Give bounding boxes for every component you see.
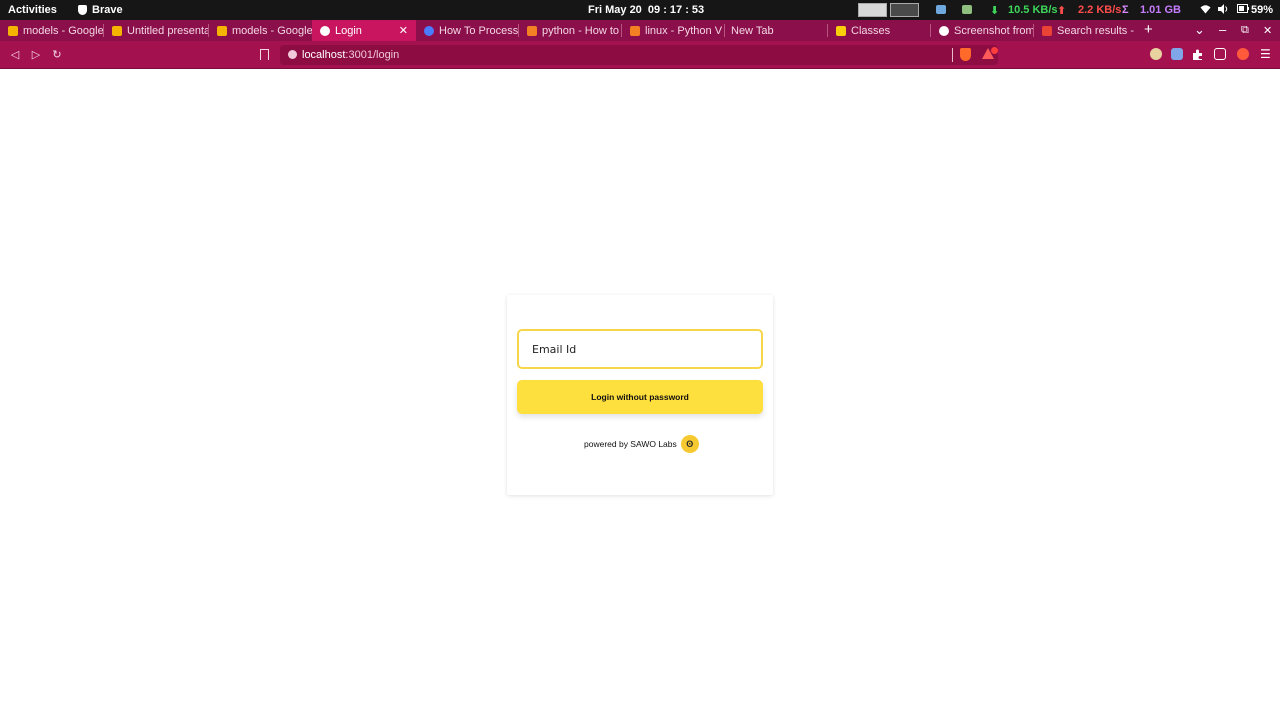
loading-spinner-icon — [424, 25, 434, 36]
profile-avatar[interactable] — [1237, 48, 1249, 60]
wallet-icon[interactable] — [1214, 48, 1226, 60]
address-bar-divider — [952, 48, 953, 62]
globe-icon — [939, 25, 949, 36]
tab-python-how-to[interactable]: python - How to — [519, 20, 622, 41]
brave-lion-icon — [78, 5, 87, 15]
tab-how-to-process[interactable]: How To Process — [416, 20, 519, 41]
tab-list-button[interactable]: ⌄ — [1194, 22, 1205, 38]
wifi-icon[interactable] — [1200, 4, 1211, 17]
monitor-icon[interactable] — [962, 5, 972, 14]
tab-title: models - Google — [23, 24, 104, 37]
tab-title: Login — [335, 24, 362, 37]
system-top-bar: Activities Brave Fri May 20 09 : 17 : 53… — [0, 0, 1280, 20]
tab-untitled-presentation[interactable]: Untitled presenta — [104, 20, 209, 41]
upload-arrow-icon: ⬆ — [1057, 5, 1067, 17]
globe-icon — [320, 25, 330, 36]
download-arrow-icon: ⬇ — [990, 5, 1000, 17]
powered-by-footer[interactable]: powered by SAWO Labs ʘ — [584, 435, 699, 453]
workspace-2-indicator[interactable] — [890, 3, 919, 17]
screen-icon[interactable] — [936, 5, 946, 14]
upload-speed: 2.2 KB/s — [1078, 4, 1122, 16]
clock[interactable]: Fri May 20 09 : 17 : 53 — [588, 4, 704, 16]
battery-percentage: 59% — [1251, 4, 1274, 16]
close-window-button[interactable]: ✕ — [1263, 24, 1272, 37]
extensions-puzzle-icon[interactable] — [1192, 48, 1204, 60]
tab-title: models - Google — [232, 24, 312, 37]
brave-shields-icon[interactable] — [960, 48, 971, 61]
volume-icon[interactable] — [1218, 4, 1229, 17]
url-host: localhost — [302, 49, 346, 61]
email-input[interactable] — [517, 329, 763, 369]
app-name: Brave — [92, 4, 123, 16]
tab-title: Classes — [851, 24, 891, 37]
url-path: :3001/login — [345, 49, 400, 61]
tab-title: New Tab — [731, 24, 774, 37]
app-menu[interactable]: Brave — [78, 4, 123, 16]
tab-models-google-1[interactable]: models - Google — [0, 20, 104, 41]
maximize-button[interactable]: ⧉ — [1241, 24, 1249, 37]
site-info-icon[interactable] — [288, 50, 297, 59]
gmail-icon — [1042, 25, 1052, 36]
tab-search-results[interactable]: Search results - — [1034, 20, 1137, 41]
battery-icon[interactable] — [1237, 4, 1249, 16]
url-text[interactable]: localhost:3001/login — [302, 49, 399, 61]
bookmark-icon[interactable] — [260, 49, 269, 60]
main-menu-button[interactable]: ☰ — [1260, 47, 1271, 61]
stackoverflow-icon — [527, 25, 537, 36]
tab-title: Search results - — [1057, 24, 1135, 37]
login-without-password-button[interactable]: Login without password — [517, 380, 763, 414]
google-drive-icon — [217, 25, 227, 36]
tab-classes[interactable]: Classes — [828, 20, 931, 41]
tab-title: Untitled presenta — [127, 24, 209, 37]
tab-linux-python[interactable]: linux - Python V — [622, 20, 725, 41]
powered-by-text: powered by SAWO Labs — [584, 439, 677, 449]
sigma-icon: Σ — [1122, 4, 1129, 16]
activities-button[interactable]: Activities — [8, 4, 57, 16]
back-button[interactable]: ◁ — [8, 48, 22, 62]
tab-screenshot-from[interactable]: Screenshot from — [931, 20, 1034, 41]
google-classroom-icon — [836, 25, 846, 36]
google-drive-icon — [8, 25, 18, 36]
tab-new-tab[interactable]: New Tab — [725, 20, 828, 41]
minimize-button[interactable]: – — [1219, 22, 1226, 37]
address-bar[interactable]: localhost:3001/login — [280, 45, 998, 65]
extension-translate-icon[interactable] — [1171, 48, 1183, 60]
google-slides-icon — [112, 25, 122, 36]
download-speed: 10.5 KB/s — [1008, 4, 1058, 16]
memory-usage: 1.01 GB — [1140, 4, 1181, 16]
tab-title: Screenshot from — [954, 24, 1034, 37]
tab-title: linux - Python V — [645, 24, 723, 37]
workspace-1-indicator[interactable] — [858, 3, 887, 17]
tab-login[interactable]: Login ✕ — [312, 20, 416, 41]
rewards-badge — [991, 47, 998, 54]
browser-tab-strip: models - Google Untitled presenta models… — [0, 20, 1280, 41]
stackoverflow-icon — [630, 25, 640, 36]
sawo-logo-icon: ʘ — [680, 435, 699, 453]
new-tab-button[interactable]: + — [1144, 21, 1153, 38]
reload-button[interactable]: ↻ — [50, 48, 64, 62]
tab-title: python - How to — [542, 24, 620, 37]
forward-button[interactable]: ▷ — [29, 48, 43, 62]
tab-models-google-2[interactable]: models - Google — [209, 20, 312, 41]
close-tab-icon[interactable]: ✕ — [399, 24, 408, 37]
tab-title: How To Process — [439, 24, 519, 37]
extension-eye-icon[interactable] — [1150, 48, 1162, 60]
login-card: Login without password powered by SAWO L… — [507, 295, 773, 495]
browser-toolbar: ◁ ▷ ↻ localhost:3001/login — [0, 41, 1280, 69]
